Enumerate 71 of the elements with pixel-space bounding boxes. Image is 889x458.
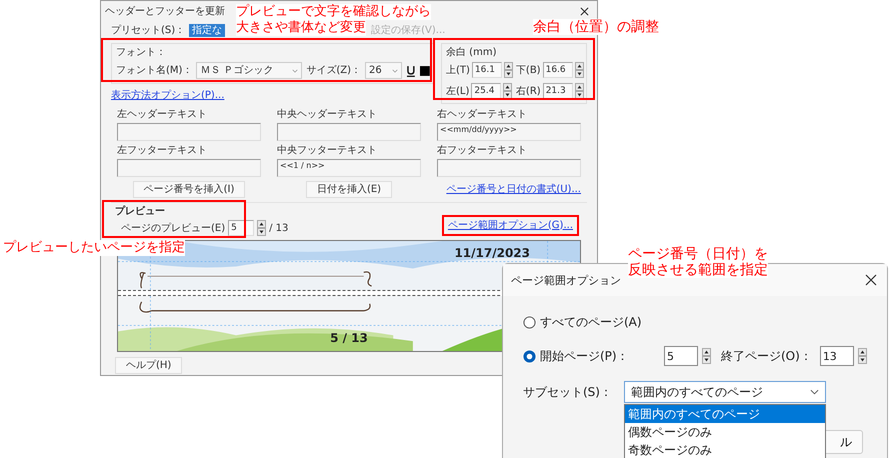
margin-label: 左(L) — [446, 84, 470, 98]
text-field[interactable] — [277, 123, 421, 141]
dropdown-option[interactable]: 奇数ページのみ — [624, 441, 825, 458]
text-field-label: 中央ヘッダーテキスト — [277, 108, 378, 121]
text-field-label: 右ヘッダーテキスト — [437, 108, 528, 121]
margin-field[interactable]: 21.3 — [542, 83, 573, 99]
font-name-dropdown[interactable]: ＭＳ Ｐゴシック — [196, 62, 302, 79]
preview-page-field[interactable]: 5 — [228, 220, 254, 236]
text-field[interactable] — [437, 159, 581, 177]
preset-label: プリセット(S)： — [111, 24, 186, 36]
help-button[interactable]: ヘルプ(H) — [115, 357, 182, 374]
text-field-label: 左ヘッダーテキスト — [117, 108, 208, 121]
dropdown-option[interactable]: 偶数ページのみ — [624, 423, 825, 441]
chevron-down-icon — [392, 68, 398, 72]
annotation-text: プレビューしたいページを指定 — [3, 240, 185, 256]
radio-button[interactable] — [523, 316, 536, 328]
margin-field[interactable]: 16.6 — [542, 62, 573, 78]
margin-label: 右(R) — [516, 84, 541, 98]
dropdown-option[interactable]: 範囲内のすべてのページ — [624, 405, 825, 423]
display-options-link[interactable]: 表示方法オプション(P)... — [111, 89, 224, 102]
chevron-down-icon — [810, 389, 819, 395]
text-field[interactable] — [117, 159, 261, 177]
insert-button[interactable]: ページ番号を挿入(I) — [132, 181, 246, 198]
margin-label: 下(B) — [516, 64, 541, 76]
radio-label: 開始ページ(P)： — [540, 348, 630, 364]
font-name-label: フォント名(M)： — [116, 64, 192, 77]
spinner-icon[interactable] — [503, 83, 512, 99]
window-title: ヘッダーとフッターを更新 — [105, 4, 225, 18]
insert-button[interactable]: 日付を挿入(E) — [306, 181, 392, 198]
spinner-icon[interactable] — [574, 62, 584, 78]
preview-heading: プレビュー — [115, 205, 166, 218]
page-range-link[interactable]: ページ範囲オプション(G)... — [448, 220, 573, 230]
group-label: 余白 (mm) — [446, 46, 498, 59]
header-date-text: 11/17/2023 — [454, 246, 530, 260]
margin-field[interactable]: 16.1 — [472, 62, 502, 78]
format-link[interactable]: ページ番号と日付の書式(U)... — [446, 183, 581, 196]
dialog-title: ページ範囲オプション — [511, 272, 621, 288]
start-page-field[interactable]: 5 — [664, 346, 698, 366]
group-label: フォント： — [116, 46, 167, 59]
color-swatch-icon[interactable] — [420, 66, 430, 76]
spinner-icon[interactable] — [574, 83, 584, 99]
font-size-label: サイズ(Z)： — [306, 64, 362, 77]
spinner-icon[interactable] — [858, 348, 867, 364]
preset-dropdown[interactable]: 指定な — [189, 24, 226, 36]
spinner-icon[interactable] — [257, 220, 266, 236]
margin-label: 上(T) — [446, 64, 470, 76]
text-field[interactable]: <<mm/dd/yyyy>> — [437, 123, 581, 141]
chevron-down-icon — [292, 68, 298, 72]
end-page-label: 終了ページ(O)： — [721, 348, 812, 364]
annotation-text: ページ番号（日付）を 反映させる範囲を指定 — [628, 246, 768, 278]
margin-field[interactable]: 25.4 — [471, 83, 502, 99]
text-field-label: 左フッターテキスト — [117, 144, 208, 157]
text-field-label: 右フッターテキスト — [437, 144, 528, 157]
subset-dropdown[interactable]: 範囲内のすべてのページ — [624, 381, 826, 403]
spinner-icon[interactable] — [504, 62, 513, 78]
text-field-label: 中央フッターテキスト — [277, 144, 378, 157]
spinner-icon[interactable] — [702, 348, 711, 364]
text-field[interactable]: <<1 / n>> — [277, 159, 421, 177]
radio-label: すべてのページ(A) — [540, 314, 643, 330]
preview-page-label: ページのプレビュー(E) — [121, 222, 226, 234]
radio-button[interactable] — [523, 350, 536, 362]
text-field[interactable] — [117, 123, 261, 141]
page-total: / 13 — [269, 222, 288, 234]
annotation-text: 余白（位置）の調整 — [533, 19, 659, 35]
end-page-field[interactable]: 13 — [820, 346, 854, 366]
font-size-dropdown[interactable]: 26 — [365, 62, 402, 79]
close-icon[interactable] — [865, 274, 877, 286]
subset-label: サブセット(S)： — [523, 384, 612, 400]
underline-icon[interactable] — [406, 64, 416, 76]
footer-page-text: 5 / 13 — [330, 331, 368, 345]
close-icon[interactable] — [580, 6, 589, 16]
